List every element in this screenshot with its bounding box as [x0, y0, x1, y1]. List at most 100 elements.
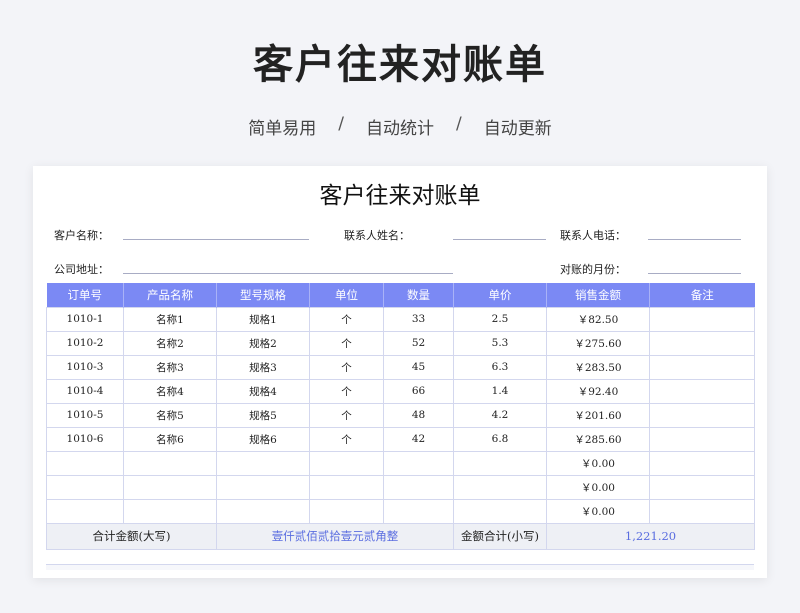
- table-cell[interactable]: 45: [383, 354, 454, 380]
- sheet-title: 客户往来对账单: [319, 183, 481, 209]
- feature-auto-stats: 自动统计: [366, 119, 434, 139]
- table-cell[interactable]: 个: [309, 426, 384, 452]
- table-row: ￥0.00: [46, 474, 755, 500]
- table-footer-strip: [46, 564, 754, 570]
- table-cell[interactable]: 个: [309, 402, 384, 428]
- table-cell[interactable]: ￥285.60: [546, 426, 650, 452]
- table-cell[interactable]: 1010-4: [46, 378, 124, 404]
- table-cell[interactable]: [46, 474, 124, 500]
- total-row: 合计金额(大写) 壹仟贰佰贰拾壹元贰角整 金额合计(小写) 1,221.20: [46, 522, 755, 550]
- table-cell[interactable]: [453, 474, 547, 500]
- table-cell[interactable]: [453, 498, 547, 524]
- table-cell[interactable]: 个: [309, 306, 384, 332]
- contact-phone-field[interactable]: [648, 239, 741, 240]
- table-cell[interactable]: [649, 474, 755, 500]
- table-row: ￥0.00: [46, 450, 755, 476]
- table-cell[interactable]: [649, 402, 755, 428]
- table-cell[interactable]: 名称3: [123, 354, 217, 380]
- table-cell[interactable]: [123, 450, 217, 476]
- table-cell[interactable]: [46, 498, 124, 524]
- col-remark: 备注: [649, 283, 755, 307]
- table-cell[interactable]: 52: [383, 330, 454, 356]
- table-cell[interactable]: [123, 498, 217, 524]
- separator: /: [456, 114, 462, 134]
- table-cell[interactable]: 1010-5: [46, 402, 124, 428]
- table-row: ￥0.00: [46, 498, 755, 524]
- table-cell[interactable]: 规格4: [216, 378, 310, 404]
- col-unit: 单位: [309, 283, 384, 307]
- table-row: 1010-4 名称4 规格4 个 66 1.4 ￥92.40: [46, 378, 755, 404]
- table-cell[interactable]: ￥0.00: [546, 498, 650, 524]
- table-cell[interactable]: 1010-1: [46, 306, 124, 332]
- statement-sheet: 客户往来对账单 客户名称： 联系人姓名： 联系人电话： 公司地址： 对账的月份：…: [33, 166, 767, 578]
- table-cell[interactable]: [453, 450, 547, 476]
- feature-easy: 简单易用: [248, 119, 317, 139]
- table-cell[interactable]: 6.3: [453, 354, 547, 380]
- customer-name-field[interactable]: [123, 239, 309, 240]
- table-cell[interactable]: 名称6: [123, 426, 217, 452]
- table-cell[interactable]: ￥82.50: [546, 306, 650, 332]
- table-cell[interactable]: 规格1: [216, 306, 310, 332]
- table-cell[interactable]: [649, 306, 755, 332]
- table-cell[interactable]: [46, 450, 124, 476]
- table-cell[interactable]: 名称4: [123, 378, 217, 404]
- table-cell[interactable]: 1010-2: [46, 330, 124, 356]
- table-cell[interactable]: ￥92.40: [546, 378, 650, 404]
- table-cell[interactable]: [123, 474, 217, 500]
- contact-name-label: 联系人姓名：: [344, 229, 410, 242]
- table-cell[interactable]: [383, 474, 454, 500]
- feature-list: 简单易用 / 自动统计 / 自动更新: [0, 114, 800, 139]
- table-cell[interactable]: 1.4: [453, 378, 547, 404]
- total-upper-value: 壹仟贰佰贰拾壹元贰角整: [216, 522, 454, 550]
- table-cell[interactable]: [216, 474, 310, 500]
- table-cell[interactable]: 规格2: [216, 330, 310, 356]
- table-row: 1010-1 名称1 规格1 个 33 2.5 ￥82.50: [46, 306, 755, 332]
- table-cell[interactable]: 4.2: [453, 402, 547, 428]
- table-cell[interactable]: 42: [383, 426, 454, 452]
- table-cell[interactable]: 个: [309, 378, 384, 404]
- table-cell[interactable]: 规格6: [216, 426, 310, 452]
- address-field[interactable]: [123, 273, 453, 274]
- table-cell[interactable]: [649, 450, 755, 476]
- table-cell[interactable]: ￥275.60: [546, 330, 650, 356]
- table-cell[interactable]: ￥283.50: [546, 354, 650, 380]
- table-cell[interactable]: [649, 498, 755, 524]
- table-cell[interactable]: [649, 426, 755, 452]
- table-cell[interactable]: [649, 330, 755, 356]
- table-cell[interactable]: [383, 498, 454, 524]
- table-cell[interactable]: [309, 498, 384, 524]
- table-cell[interactable]: 33: [383, 306, 454, 332]
- table-cell[interactable]: 名称2: [123, 330, 217, 356]
- table-cell[interactable]: [309, 474, 384, 500]
- table-cell[interactable]: ￥0.00: [546, 450, 650, 476]
- table-cell[interactable]: 个: [309, 330, 384, 356]
- table-cell[interactable]: [383, 450, 454, 476]
- table-cell[interactable]: 6.8: [453, 426, 547, 452]
- table-cell[interactable]: [309, 450, 384, 476]
- contact-name-field[interactable]: [453, 239, 546, 240]
- table-row: 1010-3 名称3 规格3 个 45 6.3 ￥283.50: [46, 354, 755, 380]
- month-field[interactable]: [648, 273, 741, 274]
- table-cell[interactable]: 5.3: [453, 330, 547, 356]
- table-cell[interactable]: 1010-6: [46, 426, 124, 452]
- month-label: 对账的月份：: [560, 263, 626, 276]
- table-cell[interactable]: [649, 378, 755, 404]
- table-cell[interactable]: 规格3: [216, 354, 310, 380]
- table-cell[interactable]: [649, 354, 755, 380]
- table-cell[interactable]: 48: [383, 402, 454, 428]
- table-cell[interactable]: 名称1: [123, 306, 217, 332]
- table-cell[interactable]: 66: [383, 378, 454, 404]
- table-cell[interactable]: 名称5: [123, 402, 217, 428]
- total-upper-label: 合计金额(大写): [46, 522, 217, 550]
- table-row: 1010-2 名称2 规格2 个 52 5.3 ￥275.60: [46, 330, 755, 356]
- table-cell[interactable]: ￥0.00: [546, 474, 650, 500]
- table-cell[interactable]: 2.5: [453, 306, 547, 332]
- col-quantity: 数量: [383, 283, 454, 307]
- table-cell[interactable]: 个: [309, 354, 384, 380]
- table-cell[interactable]: 1010-3: [46, 354, 124, 380]
- total-lower-value: 1,221.20: [546, 522, 755, 550]
- table-cell[interactable]: [216, 498, 310, 524]
- table-cell[interactable]: [216, 450, 310, 476]
- table-cell[interactable]: 规格5: [216, 402, 310, 428]
- table-cell[interactable]: ￥201.60: [546, 402, 650, 428]
